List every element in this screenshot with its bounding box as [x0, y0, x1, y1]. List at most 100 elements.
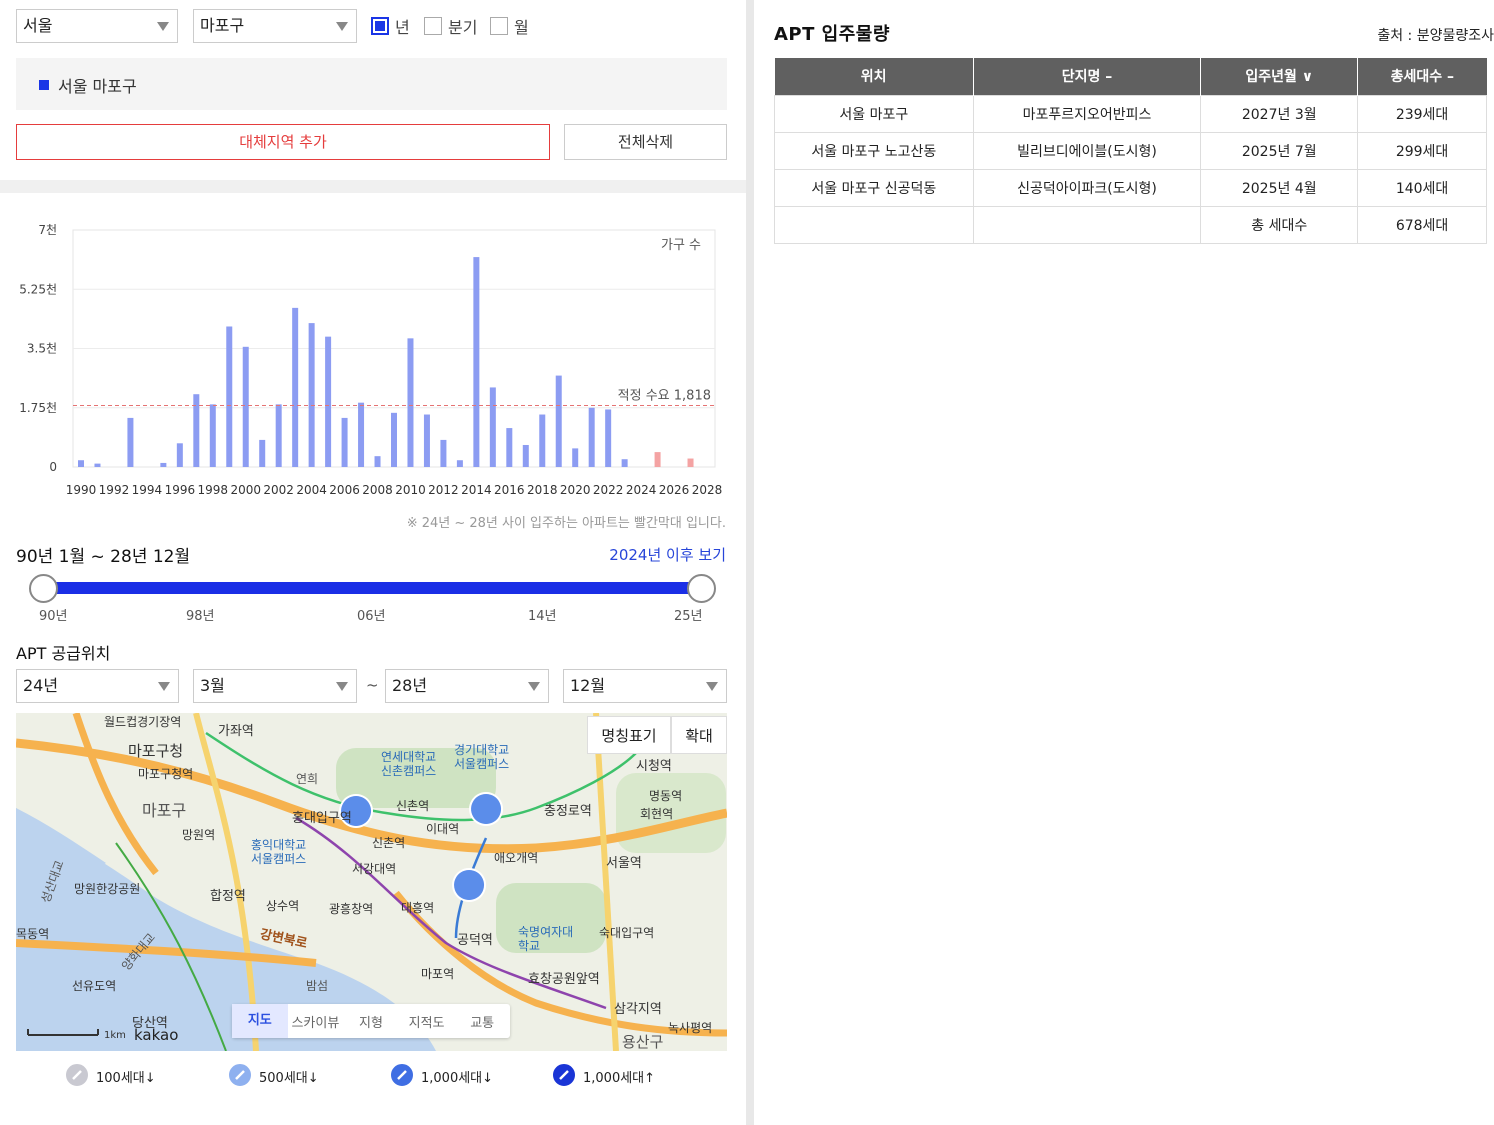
- map-label: 밤섬: [306, 979, 329, 993]
- checkbox-icon: [424, 17, 442, 35]
- map-label: 월드컵경기장역: [104, 715, 182, 729]
- table-cell: 2025년 7월: [1200, 131, 1359, 170]
- period-quarter-label: 분기: [448, 18, 478, 37]
- map-label: 마포구청역: [138, 767, 194, 781]
- chart-bar: [555, 375, 562, 467]
- map-label: 서울역: [606, 856, 642, 871]
- chart-bar: [407, 338, 414, 467]
- range-slider-start-handle[interactable]: [29, 574, 58, 603]
- col-complex-name-sort[interactable]: 단지명 –: [973, 58, 1202, 95]
- map-label: 시청역: [636, 759, 672, 774]
- chevron-down-icon: [157, 22, 169, 31]
- x-tick-label: 2018: [527, 483, 558, 497]
- chart-bar: [94, 463, 101, 467]
- table-row: 서울 마포구 신공덕동 신공덕아이파크(도시형) 2025년 4월 140세대: [774, 168, 1487, 207]
- table-cell: [774, 205, 974, 244]
- x-tick-label: 1990: [66, 483, 97, 497]
- to-month-select[interactable]: 12월: [563, 669, 727, 703]
- marker-100-icon: [64, 1062, 90, 1088]
- chart-bar: [654, 452, 661, 467]
- section-divider: [0, 180, 746, 193]
- map-label: 효창공원앞역: [528, 972, 600, 987]
- data-source: 출처 : 분양물량조사: [1377, 28, 1494, 44]
- y-unit-label: 가구 수: [661, 238, 701, 253]
- col-households-sort[interactable]: 총세대수 –: [1357, 58, 1487, 95]
- from-year-select[interactable]: 24년: [16, 669, 179, 703]
- supply-chart: 0 1.75천 3.5천 5.25천 7천 1990 1992 1994 1996 1998 200…: [0, 200, 746, 505]
- map-label: 경기대학교 서울캠퍼스: [454, 743, 510, 771]
- table-cell: 2027년 3월: [1200, 94, 1359, 133]
- x-tick-label: 2022: [593, 483, 624, 497]
- district-select[interactable]: 마포구: [193, 9, 357, 43]
- table-cell: 총 세대수: [1200, 205, 1359, 244]
- range-slider-end-handle[interactable]: [687, 574, 716, 603]
- range-slider-track[interactable]: [44, 582, 702, 594]
- supply-table: 위치 단지명 – 입주년월 ∨ 총세대수 – 서울 마포구 마포푸르지오어반피스…: [774, 58, 1487, 244]
- table-cell: 678세대: [1357, 205, 1487, 244]
- from-month-select[interactable]: 3월: [193, 669, 357, 703]
- map-label: 충정로역: [544, 804, 592, 819]
- to-year-select[interactable]: 28년: [385, 669, 549, 703]
- delete-all-button[interactable]: 전체삭제: [564, 124, 727, 160]
- table-cell: 140세대: [1357, 168, 1487, 207]
- col-location: 위치: [774, 58, 974, 95]
- chart-bar: [605, 409, 612, 467]
- map-tab-terrain[interactable]: 지형: [343, 1012, 399, 1031]
- city-select-value: 서울: [23, 16, 53, 35]
- chart-bar: [522, 444, 529, 467]
- left-panel: 서울 마포구 년 분기 월 서울 마포구 대체지역 추가 전체삭제 0 1.75천…: [0, 0, 746, 1125]
- map-tab-cadastral[interactable]: 지적도: [399, 1012, 455, 1031]
- map-type-tabs: 지도 스카이뷰 지형 지적도 교통: [232, 1004, 510, 1038]
- city-select[interactable]: 서울: [16, 9, 178, 43]
- map-labels-button[interactable]: 명칭표기: [587, 716, 671, 754]
- view-after-2024-link[interactable]: 2024년 이후 보기: [609, 544, 726, 565]
- y-tick-label: 0: [49, 460, 57, 474]
- legend-label: 100세대↓: [96, 1070, 156, 1086]
- period-year-label: 년: [395, 18, 410, 37]
- map-tab-skyview[interactable]: 스카이뷰: [288, 1012, 344, 1031]
- chart-bar: [391, 412, 397, 467]
- col-move-in-date-sort[interactable]: 입주년월 ∨: [1200, 58, 1359, 95]
- chevron-down-icon: [528, 682, 540, 691]
- slider-tick-label: 06년: [357, 609, 386, 624]
- chart-bar: [374, 456, 381, 467]
- chart-bar: [687, 458, 694, 467]
- x-tick-label: 2020: [560, 483, 591, 497]
- slider-tick-label: 14년: [528, 609, 557, 624]
- map-label: 애오개역: [494, 851, 539, 865]
- map-label: 가좌역: [218, 724, 254, 739]
- right-panel: APT 입주물량 출처 : 분양물량조사 위치 단지명 – 입주년월 ∨ 총세대…: [754, 0, 1494, 1125]
- chart-bar: [209, 404, 216, 467]
- to-year-value: 28년: [392, 676, 428, 695]
- add-region-button[interactable]: 대체지역 추가: [16, 124, 550, 160]
- series-color-swatch: [39, 80, 49, 90]
- y-tick-label: 3.5천: [27, 341, 57, 356]
- map-label: 숙대입구역: [599, 926, 655, 940]
- map-tab-traffic[interactable]: 교통: [454, 1012, 510, 1031]
- period-year-checkbox[interactable]: 년: [371, 16, 410, 37]
- map-label: 마포구청: [128, 742, 184, 760]
- slider-tick-label: 90년: [39, 609, 68, 624]
- chart-bar: [440, 439, 447, 467]
- district-select-value: 마포구: [200, 16, 245, 35]
- table-row: 서울 마포구 마포푸르지오어반피스 2027년 3월 239세대: [774, 94, 1487, 133]
- legend-label: 1,000세대↓: [421, 1070, 494, 1086]
- chart-bar: [456, 460, 463, 467]
- period-quarter-checkbox[interactable]: 분기: [424, 16, 478, 37]
- period-month-checkbox[interactable]: 월: [490, 16, 529, 37]
- checkbox-icon: [490, 17, 508, 35]
- map-zoom-button[interactable]: 확대: [671, 716, 727, 754]
- panel-divider[interactable]: [746, 0, 754, 1125]
- map-label: 마포구: [142, 801, 187, 820]
- y-tick-label: 5.25천: [19, 281, 57, 296]
- map-label: 합정역: [210, 889, 246, 904]
- chart-bar: [539, 414, 546, 467]
- x-tick-label: 2014: [461, 483, 492, 497]
- map-tab-map[interactable]: 지도: [232, 1004, 288, 1038]
- chart-bar: [588, 407, 595, 467]
- marker-1000plus-icon: [551, 1062, 577, 1088]
- chart-bar: [160, 462, 167, 467]
- map-scale-label: 1km: [104, 1030, 126, 1041]
- table-cell: 299세대: [1357, 131, 1487, 170]
- supply-map[interactable]: 월드컵경기장역 가좌역 마포구청 마포구청역 마포구 연세대학교 신촌캠퍼스 경…: [16, 713, 727, 1051]
